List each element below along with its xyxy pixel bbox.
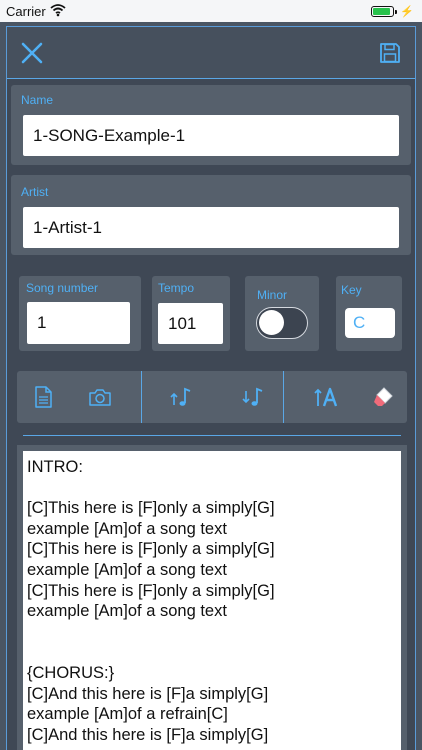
song-number-panel: Song number 1 [19,276,141,351]
close-icon[interactable] [19,40,45,66]
key-panel: Key C [336,276,402,351]
toolbar-divider [141,371,142,423]
top-bar [7,27,415,79]
tempo-label: Tempo [158,281,195,295]
eraser-icon[interactable] [369,383,397,411]
lyrics-panel: INTRO: [C]This here is [F]only a simply[… [17,445,407,750]
artist-label: Artist [21,185,49,199]
battery-icon: ⚡ [371,5,414,18]
minor-label: Minor [257,288,288,302]
tempo-panel: Tempo 101 [152,276,230,351]
song-number-label: Song number [26,281,99,295]
transpose-up-icon[interactable] [167,383,195,411]
minor-toggle[interactable] [256,307,308,339]
document-icon[interactable] [29,383,57,411]
name-label: Name [21,93,54,107]
toolbar-divider [283,371,284,423]
name-panel: Name 1-SONG-Example-1 [11,85,411,165]
artist-field[interactable]: 1-Artist-1 [23,207,399,248]
wifi-icon [50,3,66,22]
status-bar: Carrier ⚡ [0,0,422,22]
save-icon[interactable] [379,42,401,64]
name-field[interactable]: 1-SONG-Example-1 [23,115,399,156]
key-field[interactable]: C [345,308,395,338]
section-divider [23,435,401,436]
toggle-knob [259,310,284,335]
carrier-label: Carrier [6,4,46,19]
minor-panel: Minor [245,276,319,351]
song-editor-sheet: Name 1-SONG-Example-1 Artist 1-Artist-1 … [6,26,416,750]
key-label: Key [341,283,362,297]
song-number-field[interactable]: 1 [27,302,130,344]
transpose-down-icon[interactable] [239,383,267,411]
text-size-icon[interactable] [313,383,343,411]
editor-toolbar [17,371,407,423]
tempo-field[interactable]: 101 [158,303,223,344]
artist-panel: Artist 1-Artist-1 [11,175,411,255]
camera-icon[interactable] [86,383,114,411]
lyrics-editor[interactable]: INTRO: [C]This here is [F]only a simply[… [23,451,401,750]
